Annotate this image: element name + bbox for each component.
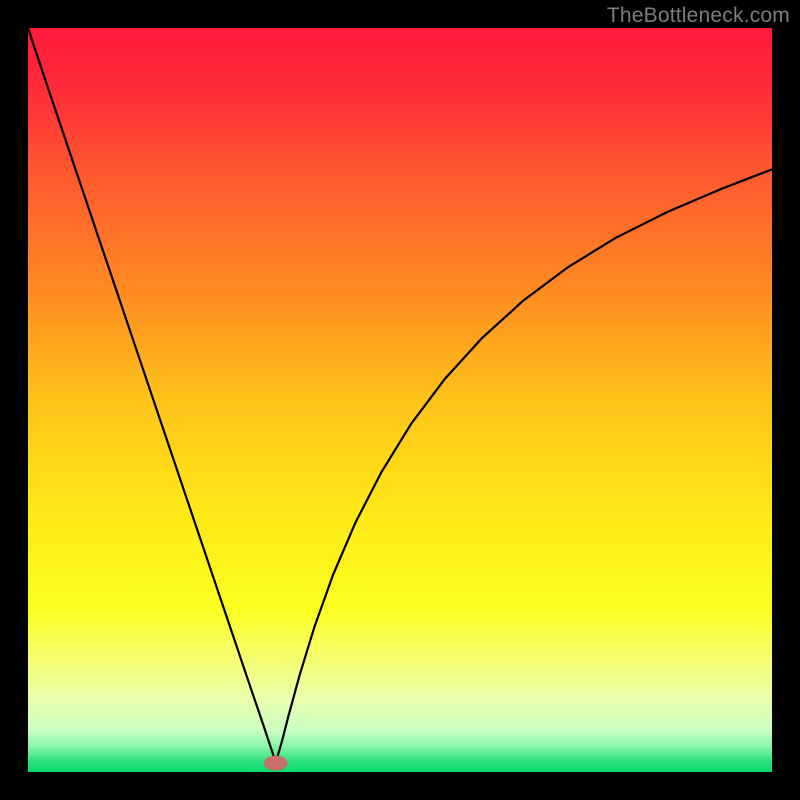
plot-area [28,28,772,772]
watermark-text: TheBottleneck.com [607,4,790,28]
chart-frame: TheBottleneck.com [0,0,800,800]
gradient-background [28,28,772,772]
min-marker [264,756,288,771]
chart-svg [28,28,772,772]
